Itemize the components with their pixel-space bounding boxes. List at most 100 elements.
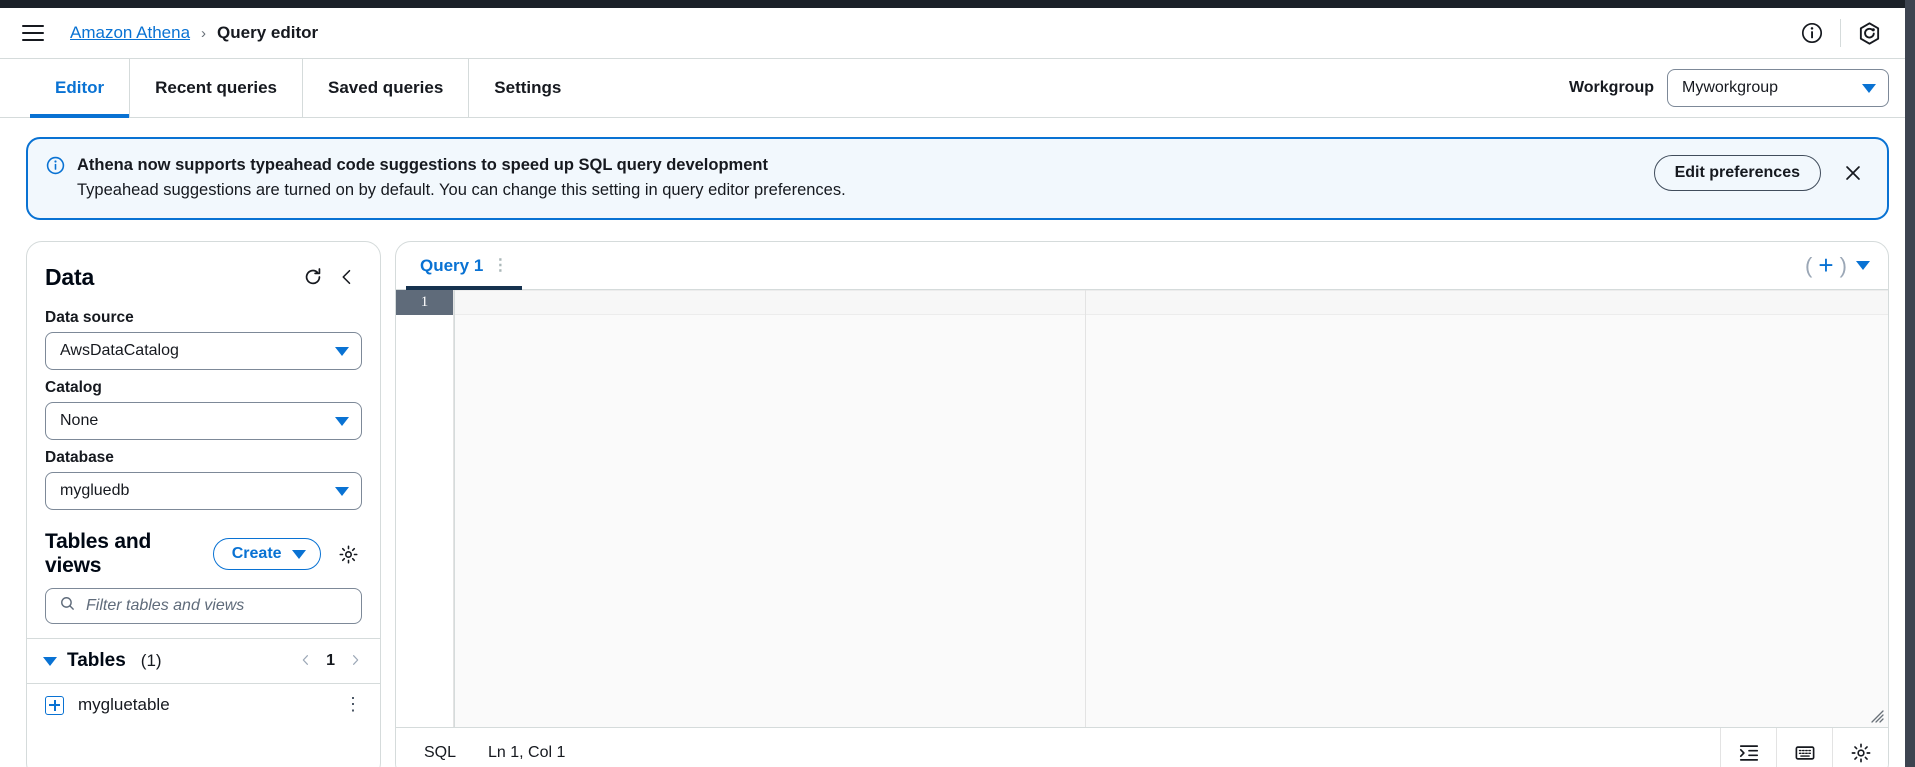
chevron-right-icon[interactable] <box>349 652 362 671</box>
table-row-name: mygluetable <box>78 695 330 715</box>
editor-status-bar: SQL Ln 1, Col 1 <box>396 727 1888 767</box>
tab-bar-spacer <box>586 59 1569 117</box>
workgroup-label: Workgroup <box>1569 79 1654 97</box>
spacer <box>522 242 1800 289</box>
hamburger-icon[interactable] <box>22 25 44 41</box>
query-tab-label: Query 1 <box>420 256 483 276</box>
flash-banner-wrapper: Athena now supports typeahead code sugge… <box>0 118 1915 220</box>
status-bar-left: SQL Ln 1, Col 1 <box>396 728 565 767</box>
kebab-menu-icon[interactable]: ⋮ <box>492 262 508 270</box>
chevron-down-icon[interactable] <box>1856 261 1870 270</box>
table-row[interactable]: mygluetable ⋮ <box>27 684 380 726</box>
filter-wrapper <box>27 588 380 638</box>
paren-right-decoration: ) <box>1840 253 1847 279</box>
query-tab-bar: Query 1 ⋮ ( + ) <box>396 242 1888 290</box>
aws-hex-icon[interactable] <box>1847 11 1891 55</box>
right-edge-strip <box>1905 0 1915 767</box>
tab-editor[interactable]: Editor <box>30 59 130 117</box>
top-dark-strip <box>0 0 1915 8</box>
database-value: mygluedb <box>60 482 129 500</box>
tables-pager: 1 <box>299 652 362 671</box>
editor-gutter: 1 <box>396 290 454 727</box>
info-circle-icon <box>46 156 65 180</box>
keyboard-icon[interactable] <box>1776 728 1832 767</box>
data-source-label: Data source <box>45 309 362 327</box>
divider <box>1840 19 1841 47</box>
tables-section-count: (1) <box>141 651 162 671</box>
catalog-value: None <box>60 412 98 430</box>
editor-resize-handle[interactable] <box>1868 707 1884 723</box>
tab-settings-label: Settings <box>494 78 561 98</box>
tab-saved-queries-label: Saved queries <box>328 78 443 98</box>
tables-section-header: Tables (1) 1 <box>27 638 380 684</box>
create-button-label: Create <box>232 545 282 563</box>
tables-section-label: Tables <box>67 650 126 672</box>
format-indent-icon[interactable] <box>1720 728 1776 767</box>
filter-box[interactable] <box>45 588 362 624</box>
database-select[interactable]: mygluedb <box>45 472 362 510</box>
close-icon[interactable] <box>1835 155 1871 191</box>
editor-active-line-highlight <box>455 290 1888 315</box>
gear-icon[interactable] <box>1832 728 1888 767</box>
workgroup-select-value: Myworkgroup <box>1682 79 1778 97</box>
database-label: Database <box>45 449 362 467</box>
edit-preferences-button[interactable]: Edit preferences <box>1654 155 1821 191</box>
tables-and-views-title: Tables and views <box>45 530 199 578</box>
editor-code-area[interactable] <box>454 290 1888 727</box>
info-icon[interactable] <box>1790 11 1834 55</box>
primary-tab-bar: Editor Recent queries Saved queries Sett… <box>0 59 1915 118</box>
tab-recent-queries[interactable]: Recent queries <box>130 59 303 117</box>
plus-box-icon[interactable] <box>45 696 64 715</box>
breadcrumb-bar: Amazon Athena › Query editor <box>0 8 1915 59</box>
spacer <box>565 728 1720 767</box>
data-panel: Data Data source AwsDataCatalog Catalog <box>26 241 381 767</box>
data-source-select[interactable]: AwsDataCatalog <box>45 332 362 370</box>
query-panel: Query 1 ⋮ ( + ) 1 <box>395 241 1889 767</box>
flash-actions: Edit preferences <box>1654 154 1871 191</box>
chevron-left-icon[interactable] <box>330 260 364 294</box>
tab-saved-queries[interactable]: Saved queries <box>303 59 469 117</box>
chevron-down-icon <box>1862 84 1876 93</box>
query-tab-actions: ( + ) <box>1800 242 1876 289</box>
editor-print-margin <box>1085 290 1086 727</box>
chevron-down-icon <box>335 487 349 496</box>
workgroup-select[interactable]: Myworkgroup <box>1667 69 1889 107</box>
flash-banner: Athena now supports typeahead code sugge… <box>26 137 1889 220</box>
add-query-tab-button[interactable]: ( + ) <box>1800 249 1852 283</box>
breadcrumb-actions <box>1790 11 1891 55</box>
editor-cursor-position: Ln 1, Col 1 <box>488 744 565 762</box>
tables-page-number[interactable]: 1 <box>326 652 335 670</box>
tab-recent-queries-label: Recent queries <box>155 78 277 98</box>
flash-text: Athena now supports typeahead code sugge… <box>77 154 1654 201</box>
main-content: Data Data source AwsDataCatalog Catalog <box>0 220 1915 767</box>
editor-line-number: 1 <box>396 290 453 315</box>
data-panel-title: Data <box>45 264 94 291</box>
query-tab-query-1[interactable]: Query 1 ⋮ <box>406 242 522 289</box>
kebab-menu-icon[interactable]: ⋮ <box>344 700 362 710</box>
data-panel-fields: Data source AwsDataCatalog Catalog None … <box>27 300 380 510</box>
tab-list: Editor Recent queries Saved queries Sett… <box>30 59 586 117</box>
search-icon <box>59 595 76 617</box>
chevron-down-icon[interactable] <box>43 657 57 666</box>
data-source-value: AwsDataCatalog <box>60 342 179 360</box>
chevron-down-icon <box>292 550 306 559</box>
chevron-right-icon: › <box>201 25 206 42</box>
breadcrumb-link-amazon-athena[interactable]: Amazon Athena <box>70 23 190 43</box>
breadcrumb: Amazon Athena › Query editor <box>70 23 318 43</box>
gear-icon[interactable] <box>335 539 362 569</box>
flash-title: Athena now supports typeahead code sugge… <box>77 154 1654 176</box>
tab-settings[interactable]: Settings <box>469 59 586 117</box>
flash-body: Typeahead suggestions are turned on by d… <box>77 179 1654 201</box>
catalog-label: Catalog <box>45 379 362 397</box>
chevron-left-icon[interactable] <box>299 652 312 671</box>
create-button[interactable]: Create <box>213 538 321 570</box>
filter-tables-input[interactable] <box>86 597 351 615</box>
tables-and-views-header: Tables and views Create <box>27 510 380 588</box>
chevron-down-icon <box>335 347 349 356</box>
breadcrumb-current-query-editor: Query editor <box>217 23 318 43</box>
refresh-icon[interactable] <box>296 260 330 294</box>
catalog-select[interactable]: None <box>45 402 362 440</box>
paren-left-decoration: ( <box>1805 253 1812 279</box>
data-panel-header: Data <box>27 242 380 300</box>
sql-editor[interactable]: 1 <box>396 290 1888 727</box>
